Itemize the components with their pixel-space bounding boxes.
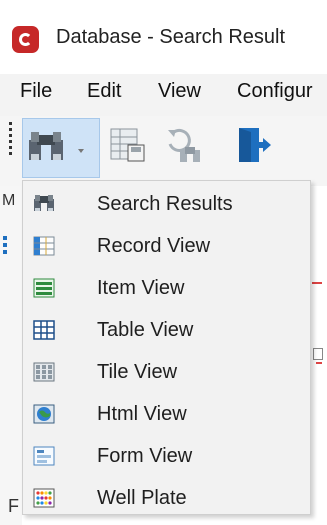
menu-item-label: Well Plate <box>97 487 187 509</box>
menu-item-well-plate[interactable]: Well Plate <box>23 478 310 520</box>
left-edge-marker <box>3 236 7 256</box>
item-view-icon <box>33 277 55 299</box>
left-edge-label-f: F <box>8 496 19 516</box>
exit-icon[interactable] <box>233 126 273 171</box>
binoculars-icon <box>33 193 55 215</box>
menu-item-form-view[interactable]: Form View <box>23 436 310 478</box>
view-dropdown-menu: Search Results Record View Item View Tab… <box>22 180 311 515</box>
left-edge-label-m: M <box>2 192 16 209</box>
menu-file[interactable]: File <box>20 80 52 103</box>
title-bar: Database - Search Result <box>0 0 327 74</box>
menu-item-label: Search Results <box>97 193 233 215</box>
window-title: Database - Search Result <box>56 26 286 48</box>
menu-item-tile-view[interactable]: Tile View <box>23 352 310 394</box>
form-view-icon <box>33 445 55 467</box>
refresh-search-icon[interactable] <box>164 124 206 173</box>
menu-item-search-results[interactable]: Search Results <box>23 184 310 226</box>
menu-item-label: Table View <box>97 319 194 341</box>
menu-item-record-view[interactable]: Record View <box>23 226 310 268</box>
view-dropdown-button[interactable] <box>22 118 100 178</box>
menu-view[interactable]: View <box>158 80 201 103</box>
menu-item-label: Item View <box>97 277 185 299</box>
tile-view-icon <box>33 361 55 383</box>
menu-item-label: Html View <box>97 403 187 425</box>
app-logo-icon <box>12 26 39 53</box>
record-view-toolbar-icon[interactable] <box>110 127 148 170</box>
menu-configure[interactable]: Configur <box>237 80 313 103</box>
record-view-icon <box>33 235 55 257</box>
menu-item-label: Record View <box>97 235 211 257</box>
table-view-icon <box>33 319 55 341</box>
menu-item-label: Form View <box>97 445 193 467</box>
menu-item-table-view[interactable]: Table View <box>23 310 310 352</box>
menu-item-html-view[interactable]: Html View <box>23 394 310 436</box>
menu-item-label: Tile View <box>97 361 178 383</box>
html-view-icon <box>33 403 55 425</box>
toolbar-grip[interactable] <box>9 122 12 158</box>
well-plate-icon <box>33 487 55 509</box>
background-content <box>310 270 327 430</box>
menu-edit[interactable]: Edit <box>87 80 121 103</box>
menu-item-item-view[interactable]: Item View <box>23 268 310 310</box>
